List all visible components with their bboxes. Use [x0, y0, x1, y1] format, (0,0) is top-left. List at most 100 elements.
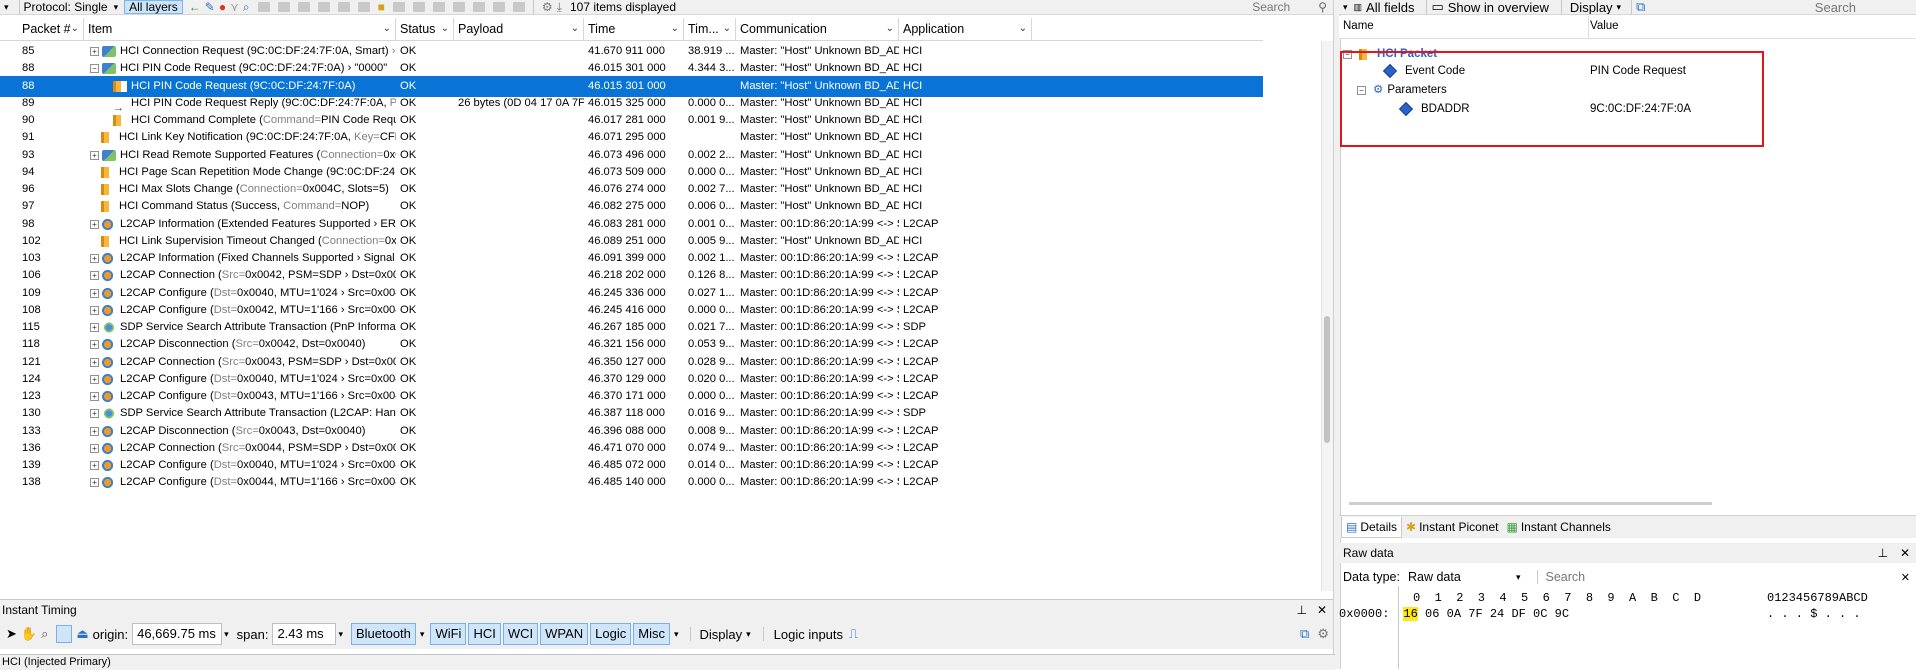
marker-icon[interactable]: ⏏ [76, 626, 88, 642]
link-icon[interactable] [297, 2, 310, 12]
zoom-icon[interactable]: ⌕ [41, 626, 48, 642]
protocol-toggle-wpan[interactable]: WPAN [540, 623, 589, 645]
hex-cursor-byte[interactable]: 16 [1403, 607, 1418, 621]
horizontal-scrollbar[interactable] [1349, 502, 1712, 505]
protocol-toggle-hci[interactable]: HCI [468, 623, 501, 645]
copy-icon[interactable] [492, 2, 505, 12]
chevron-down-icon[interactable]: ▾ [674, 629, 679, 640]
pencil-icon[interactable]: ✎ [205, 0, 215, 14]
table-row[interactable]: 138 + L2CAP Configure (Dst=0x0044, MTU=1'1… [0, 472, 1263, 493]
sort-dropdown-icon[interactable]: ⌄ [71, 18, 79, 40]
display-menu[interactable]: Display [699, 627, 742, 642]
expand-toggle[interactable]: + [90, 254, 99, 263]
column-header-packet[interactable]: Packet # ⌄ [18, 18, 84, 40]
span-field[interactable]: 2.43 ms [272, 623, 337, 645]
export-icon[interactable]: ⧉ [1636, 0, 1645, 14]
expand-toggle[interactable]: + [90, 340, 99, 350]
chevron-down-icon[interactable]: ▾ [1343, 2, 1348, 13]
export-icon[interactable]: ⧉ [1300, 626, 1309, 642]
expand-toggle[interactable]: − [90, 64, 99, 74]
sort-dropdown-icon[interactable]: ⌄ [1019, 18, 1027, 40]
settings-icon[interactable]: ⚙ [542, 0, 553, 14]
search-input[interactable]: Search [1815, 0, 1856, 14]
settings-icon[interactable]: ⚙ [1317, 626, 1329, 642]
protocol-toggle-wci[interactable]: WCI [502, 623, 539, 645]
logic-inputs-button[interactable]: Logic inputs [774, 627, 843, 642]
all-fields-button[interactable]: All fields [1366, 0, 1414, 14]
scrollbar-thumb[interactable] [1324, 316, 1330, 443]
search-icon[interactable]: ⌕ [243, 0, 250, 14]
column-header-time[interactable]: Time ⌄ [584, 18, 684, 40]
expand-toggle[interactable]: + [90, 47, 99, 56]
group-icon[interactable] [317, 2, 330, 12]
expand-toggle[interactable]: + [90, 478, 99, 488]
expand-toggle[interactable]: + [90, 357, 99, 367]
sort-dropdown-icon[interactable]: ⌄ [383, 18, 391, 40]
show-in-overview-button[interactable]: Show in overview [1448, 0, 1549, 14]
expand-toggle[interactable]: + [90, 219, 99, 229]
hand-icon[interactable]: ✋ [21, 626, 37, 642]
table-icon[interactable] [432, 2, 445, 12]
expand-toggle[interactable]: + [90, 443, 99, 453]
filter-options-icon[interactable]: ⚲ [1318, 0, 1327, 14]
value-column-header[interactable]: Value [1590, 20, 1619, 32]
protocol-toggle-logic[interactable]: Logic [590, 623, 632, 645]
image-icon[interactable] [472, 2, 485, 12]
data-type-select[interactable]: Raw data [1408, 570, 1516, 584]
sort-dropdown-icon[interactable]: ⌄ [571, 18, 579, 40]
sort-dropdown-icon[interactable]: ⌄ [671, 18, 679, 40]
close-icon[interactable]: ✕ [1317, 600, 1327, 620]
waveform-icon[interactable]: ⎍ [849, 626, 858, 642]
expand-toggle[interactable]: + [90, 392, 99, 401]
sort-dropdown-icon[interactable]: ⌄ [723, 18, 731, 40]
tab-instant-piconet[interactable]: ✱ Instant Piconet [1402, 520, 1502, 534]
expand-toggle[interactable]: + [90, 409, 99, 419]
expand-toggle[interactable]: + [90, 374, 99, 384]
grid-icon[interactable] [277, 2, 290, 12]
protocol-select[interactable]: Protocol: Single [24, 0, 108, 14]
display-menu[interactable]: Display [1570, 0, 1613, 14]
expand-toggle[interactable]: + [90, 150, 99, 160]
columns-icon[interactable] [257, 2, 270, 12]
raw-search-input[interactable]: Search [1546, 570, 1646, 584]
chart-icon[interactable] [512, 2, 525, 12]
chevron-down-icon[interactable]: ▾ [1617, 2, 1622, 13]
expand-toggle[interactable]: + [90, 288, 99, 298]
pin-icon[interactable]: ⊥ [1296, 600, 1306, 620]
bookmark-icon[interactable]: ● [219, 0, 226, 14]
column-header-delta[interactable]: Tim... ⌄ [684, 18, 736, 40]
all-layers-button[interactable]: All layers [124, 0, 183, 14]
export-icon[interactable] [412, 2, 425, 12]
expand-toggle[interactable]: + [90, 305, 99, 315]
chevron-down-icon[interactable]: ▾ [420, 629, 425, 640]
name-column-header[interactable]: Name [1343, 20, 1374, 32]
close-icon[interactable]: ✕ [1900, 543, 1910, 563]
pointer-icon[interactable]: ➤ [6, 626, 17, 642]
expand-toggle[interactable]: + [90, 271, 99, 281]
column-header-communication[interactable]: Communication ⌄ [736, 18, 899, 40]
sort-dropdown-icon[interactable]: ⌄ [441, 18, 449, 40]
span-dropdown-icon[interactable]: ▾ [338, 629, 343, 640]
chevron-down-icon[interactable]: ▾ [114, 2, 119, 13]
print-icon[interactable] [392, 2, 405, 12]
package-icon[interactable]: ■ [378, 0, 385, 14]
close-search-icon[interactable]: ✕ [1901, 571, 1910, 584]
expand-toggle[interactable]: + [90, 461, 99, 470]
tab-instant-channels[interactable]: ▦ Instant Channels [1502, 520, 1614, 534]
chevron-down-icon[interactable]: ▾ [1516, 572, 1521, 583]
back-arrow-icon[interactable]: ← [189, 0, 201, 14]
origin-dropdown-icon[interactable]: ▾ [224, 629, 229, 640]
column-header-item[interactable]: Item ⌄ [84, 18, 396, 40]
chevron-down-icon[interactable]: ▾ [746, 629, 751, 640]
expand-toggle[interactable]: + [90, 426, 99, 436]
binoculars-icon[interactable] [337, 2, 350, 12]
download-icon[interactable]: ⤓ [557, 0, 562, 14]
panel-toggle-icon[interactable] [56, 625, 73, 643]
origin-field[interactable]: 46,669.75 ms [132, 623, 223, 645]
column-header-application[interactable]: Application ⌄ [899, 18, 1032, 40]
search-input[interactable]: Search [1252, 0, 1312, 14]
tab-details[interactable]: ▤ Details [1341, 516, 1403, 538]
column-header-status[interactable]: Status ⌄ [396, 18, 454, 40]
protocol-toggle-bluetooth[interactable]: Bluetooth [350, 623, 416, 645]
column-header-payload[interactable]: Payload ⌄ [454, 18, 584, 40]
